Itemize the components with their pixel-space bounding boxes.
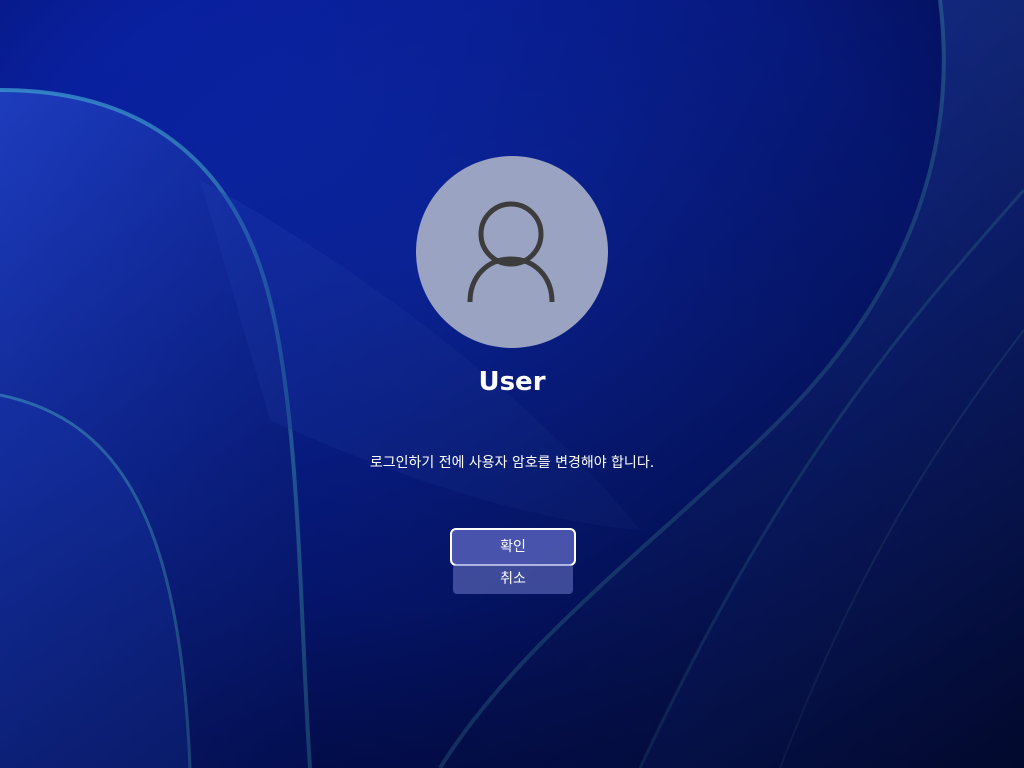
user-silhouette-icon (467, 201, 555, 303)
user-name: User (478, 367, 546, 397)
cancel-button[interactable]: 취소 (453, 564, 573, 594)
password-change-message: 로그인하기 전에 사용자 암호를 변경해야 합니다. (369, 455, 655, 471)
ok-button[interactable]: 확인 (450, 528, 576, 566)
user-avatar (416, 156, 608, 348)
